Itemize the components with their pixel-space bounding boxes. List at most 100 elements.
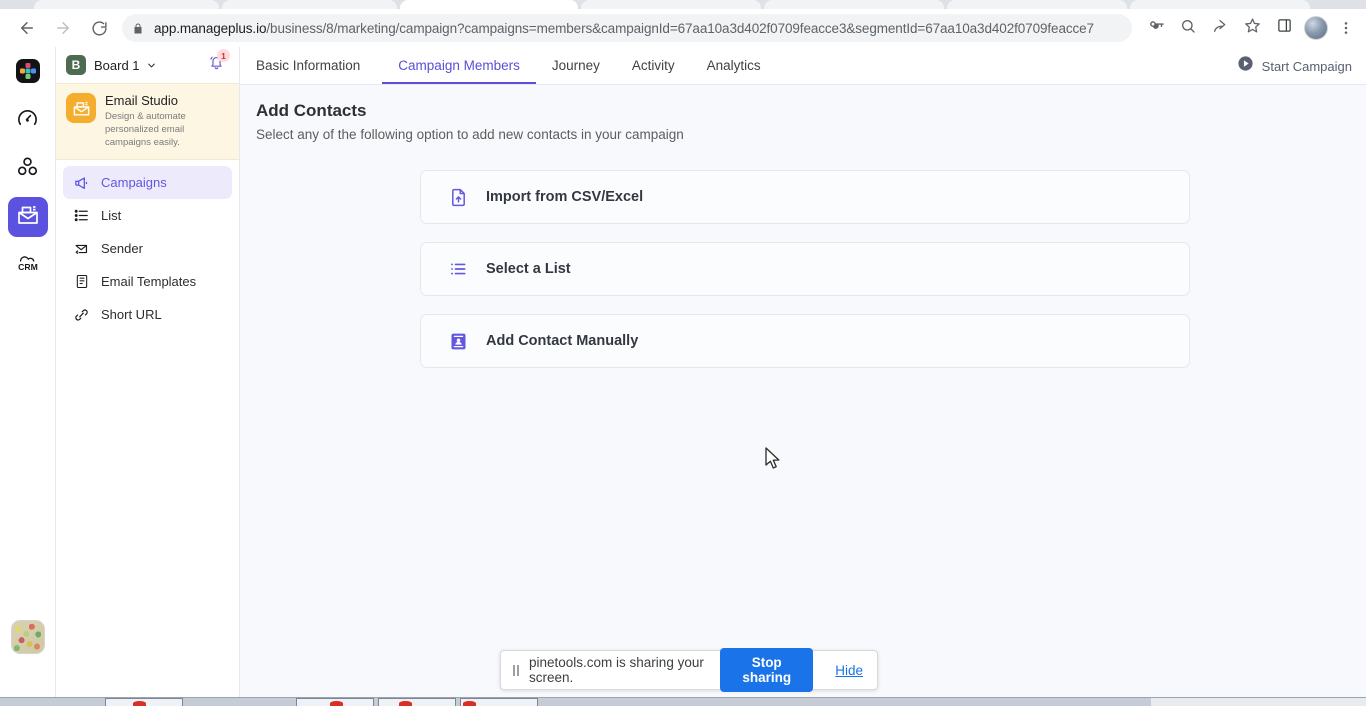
share-button[interactable] [1207, 15, 1233, 41]
option-import-csv-excel[interactable]: Import from CSV/Excel [420, 170, 1190, 224]
sender-envelope-icon [73, 240, 90, 257]
browser-tab-active[interactable] [400, 0, 578, 9]
profile-avatar-icon[interactable] [1304, 16, 1328, 40]
forward-button[interactable] [48, 13, 78, 43]
tab-campaign-members[interactable]: Campaign Members [382, 47, 536, 84]
main-content: Basic Information Campaign Members Journ… [240, 47, 1366, 699]
sidebar-item-label: List [101, 208, 122, 223]
screen: app.manageplus.io/business/8/marketing/c… [0, 0, 1366, 706]
browser-tab-strip [0, 0, 1366, 9]
forward-arrow-icon [54, 19, 72, 37]
browser-tab[interactable] [222, 0, 397, 9]
start-campaign-label: Start Campaign [1261, 58, 1352, 74]
page-title: Add Contacts [256, 101, 367, 120]
back-button[interactable] [12, 13, 42, 43]
taskbar-tray [1151, 698, 1366, 706]
rail-item-email-studio[interactable] [7, 197, 48, 237]
file-upload-icon [447, 186, 469, 208]
url-host: app.manageplus.io [154, 20, 267, 36]
page-subtitle: Select any of the following option to ad… [256, 127, 684, 142]
board-name: Board 1 [94, 57, 140, 73]
sidebar-item-label: Sender [101, 241, 143, 256]
option-label: Add Contact Manually [486, 333, 639, 349]
svg-text:CRM: CRM [18, 262, 38, 272]
option-select-a-list[interactable]: Select a List [420, 242, 1190, 296]
application-viewport: CRM B Board 1 1 Email Studio Design & au… [0, 47, 1366, 699]
notifications-button[interactable]: 1 [208, 49, 230, 76]
rail-item-crm[interactable]: CRM [8, 245, 48, 285]
play-circle-icon [1237, 55, 1254, 77]
option-label: Select a List [486, 261, 571, 277]
colored-grid-logo-icon [15, 58, 41, 89]
email-studio-subtitle: Design & automate personalized email cam… [105, 111, 186, 148]
browser-tab[interactable] [947, 0, 1127, 9]
three-circles-icon [16, 155, 39, 183]
password-key-icon [1148, 17, 1165, 39]
email-studio-title: Email Studio [105, 93, 178, 108]
browser-tab[interactable] [581, 0, 761, 9]
option-add-contact-manually[interactable]: Add Contact Manually [420, 314, 1190, 368]
bookmark-button[interactable] [1239, 15, 1265, 41]
taskbar-item[interactable] [378, 698, 456, 706]
back-arrow-icon [18, 19, 36, 37]
user-avatar[interactable] [11, 620, 45, 654]
zoom-button[interactable] [1175, 15, 1201, 41]
email-studio-card[interactable]: Email Studio Design & automate personali… [56, 83, 239, 160]
bullet-list-icon [447, 258, 469, 280]
tab-basic-information[interactable]: Basic Information [256, 47, 376, 84]
rail-item-dashboard[interactable] [8, 101, 48, 141]
rail-item-app-logo[interactable] [8, 53, 48, 93]
sidebar-nav: Campaigns List Sender Email Templates Sh… [56, 160, 239, 331]
sidebar-item-email-templates[interactable]: Email Templates [63, 265, 232, 298]
content-topbar: Basic Information Campaign Members Journ… [240, 47, 1366, 85]
email-campaign-icon [16, 203, 40, 232]
sidebar-item-label: Email Templates [101, 274, 197, 289]
toolbar-actions [1140, 14, 1366, 42]
contact-card-icon [447, 330, 469, 352]
side-panel-icon [1277, 18, 1292, 38]
board-selector[interactable]: B Board 1 1 [56, 47, 239, 83]
page-content: Add Contacts Select any of the following… [240, 85, 1366, 368]
taskbar-app-icon [463, 701, 476, 706]
sidebar: B Board 1 1 Email Studio Design & automa… [56, 47, 240, 699]
lock-icon [132, 22, 144, 35]
taskbar-app-icon [330, 701, 343, 706]
os-taskbar [0, 697, 1366, 706]
start-campaign-button[interactable]: Start Campaign [1237, 55, 1352, 77]
browser-tab[interactable] [34, 0, 219, 9]
list-icon [73, 207, 90, 224]
sidebar-item-short-url[interactable]: Short URL [63, 298, 232, 331]
tab-journey[interactable]: Journey [536, 47, 616, 84]
content-tabs: Basic Information Campaign Members Journ… [256, 46, 777, 84]
sidebar-item-label: Short URL [101, 307, 162, 322]
browser-tab[interactable] [1130, 0, 1310, 9]
notification-badge-count: 1 [217, 49, 230, 62]
browser-tab[interactable] [764, 0, 944, 9]
sidebar-item-label: Campaigns [101, 175, 167, 190]
template-document-icon [73, 273, 90, 290]
rail-item-teams[interactable] [8, 149, 48, 189]
tab-analytics[interactable]: Analytics [691, 47, 777, 84]
search-zoom-icon [1180, 18, 1196, 39]
pause-icon [513, 664, 519, 676]
url-text: app.manageplus.io/business/8/marketing/c… [154, 21, 1094, 36]
sidebar-item-campaigns[interactable]: Campaigns [63, 166, 232, 199]
link-chain-icon [73, 306, 90, 323]
reload-button[interactable] [84, 13, 114, 43]
add-contact-options: Import from CSV/Excel Select a List Add … [256, 170, 1366, 368]
three-dot-menu-icon[interactable] [1332, 14, 1360, 42]
taskbar-app-icon [133, 701, 146, 706]
side-panel-button[interactable] [1271, 15, 1297, 41]
hide-link[interactable]: Hide [835, 663, 863, 678]
share-message: pinetools.com is sharing your screen. [529, 655, 704, 685]
stop-sharing-button[interactable]: Stop sharing [720, 648, 814, 692]
board-initial-badge: B [66, 55, 86, 75]
address-bar[interactable]: app.manageplus.io/business/8/marketing/c… [122, 14, 1132, 42]
megaphone-icon [73, 174, 90, 191]
tab-activity[interactable]: Activity [616, 47, 691, 84]
password-manager-button[interactable] [1143, 15, 1169, 41]
reload-icon [91, 20, 108, 37]
sidebar-item-list[interactable]: List [63, 199, 232, 232]
sidebar-item-sender[interactable]: Sender [63, 232, 232, 265]
email-studio-icon [66, 93, 96, 123]
